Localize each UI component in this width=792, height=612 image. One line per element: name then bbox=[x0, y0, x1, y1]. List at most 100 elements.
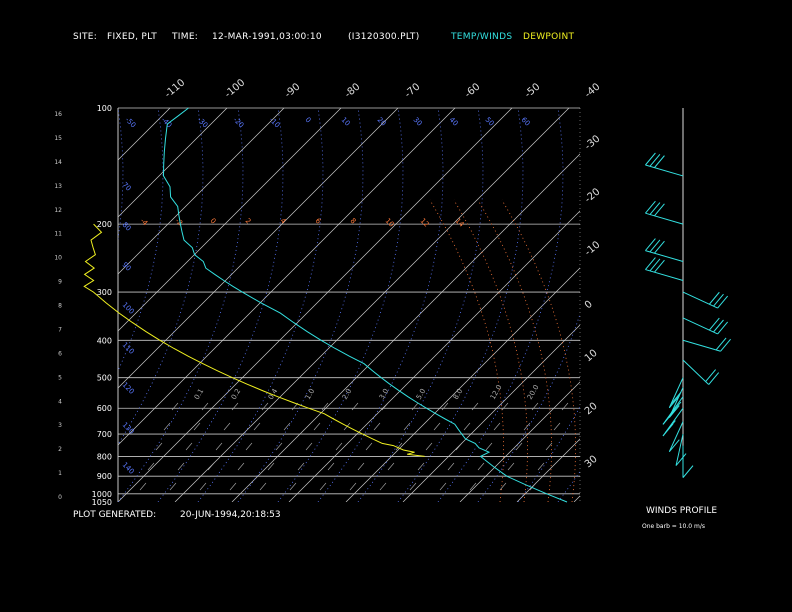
isotherm-label: -80 bbox=[343, 81, 363, 100]
dry-adiabat-label: 100 bbox=[121, 301, 136, 316]
wind-barb-flag bbox=[654, 203, 665, 217]
mixing-ratio-mark bbox=[231, 402, 239, 411]
mixing-ratio-mark bbox=[441, 402, 449, 411]
mixing-ratio-mark bbox=[207, 462, 215, 471]
mixing-ratio-mark bbox=[493, 422, 501, 431]
winds-profile-note: One barb = 10.0 m/s bbox=[642, 523, 705, 530]
mixing-ratio-mark bbox=[485, 442, 493, 451]
winds-profile-title: WINDS PROFILE bbox=[646, 506, 718, 516]
height-tick-label: 3 bbox=[58, 422, 62, 429]
height-tick-label: 6 bbox=[58, 350, 62, 357]
wind-barb-shaft bbox=[645, 212, 684, 225]
dry-adiabat-label: 10 bbox=[340, 116, 352, 128]
height-tick-label: 9 bbox=[58, 279, 62, 286]
height-tick-label: 11 bbox=[54, 231, 62, 238]
mixing-ratio-mark bbox=[561, 402, 569, 411]
isotherm-label: 20 bbox=[583, 401, 600, 418]
isotherm-line bbox=[118, 108, 399, 389]
moist-adiabat-label: 4 bbox=[279, 217, 288, 226]
isotherm-label: -40 bbox=[583, 81, 603, 100]
wind-barb-shaft bbox=[645, 250, 684, 263]
mixing-ratio-mark bbox=[463, 422, 471, 431]
dry-adiabat-label: 80 bbox=[121, 221, 133, 233]
moist-adiabat-label: 12 bbox=[419, 217, 431, 229]
dry-adiabat-line bbox=[0, 108, 43, 502]
dry-adiabat-label: -10 bbox=[268, 116, 282, 130]
isotherm-line bbox=[174, 108, 570, 502]
mixing-ratio-mark bbox=[447, 462, 455, 471]
mixing-ratio-mark bbox=[313, 422, 321, 431]
mixing-ratio-mark bbox=[201, 402, 209, 411]
isotherm-line bbox=[745, 108, 792, 502]
mixing-ratio-mark bbox=[387, 462, 395, 471]
wind-barb-flag bbox=[654, 240, 665, 254]
moist-adiabat-label: 10 bbox=[384, 217, 396, 229]
dry-adiabat-line bbox=[598, 108, 723, 502]
dry-adiabat-line bbox=[237, 108, 364, 502]
wind-barb-flag bbox=[708, 291, 720, 305]
mixing-ratio-mark bbox=[237, 462, 245, 471]
mixing-ratio-mark bbox=[267, 462, 275, 471]
isotherm-label: -110 bbox=[163, 77, 187, 100]
mixing-ratio-mark bbox=[409, 482, 417, 491]
mixing-ratio-mark bbox=[199, 482, 207, 491]
isotherm-label: -100 bbox=[223, 77, 247, 100]
dry-adiabat-label: 60 bbox=[520, 116, 532, 128]
mixing-ratio-mark bbox=[351, 402, 359, 411]
pressure-tick-label: 900 bbox=[97, 472, 112, 481]
pressure-tick-label: 200 bbox=[97, 220, 112, 229]
wind-barb-shaft bbox=[645, 269, 684, 282]
height-tick-label: 8 bbox=[58, 303, 62, 310]
height-tick-label: 13 bbox=[54, 183, 62, 190]
mixing-ratio-label: 0.2 bbox=[230, 387, 242, 401]
isotherm-label: 10 bbox=[583, 348, 600, 365]
wind-barb-flag bbox=[645, 152, 656, 166]
dry-adiabat-line bbox=[0, 108, 83, 502]
plot-generated-value: 20-JUN-1994,20:18:53 bbox=[180, 510, 281, 520]
wind-barb-flag bbox=[715, 337, 727, 351]
isotherm-line bbox=[118, 108, 171, 161]
height-tick-label: 16 bbox=[54, 111, 62, 118]
wind-barb-shaft bbox=[682, 359, 710, 385]
dry-adiabat-label: 0 bbox=[304, 116, 313, 125]
mixing-ratio-mark bbox=[433, 422, 441, 431]
mixing-ratio-mark bbox=[357, 462, 365, 471]
wind-barb-flag bbox=[665, 420, 676, 433]
mixing-ratio-mark bbox=[425, 442, 433, 451]
height-tick-label: 5 bbox=[58, 374, 62, 381]
mixing-ratio-mark bbox=[537, 462, 545, 471]
isotherm-line bbox=[402, 324, 580, 502]
wind-barb-flag bbox=[649, 258, 661, 272]
mixing-ratio-mark bbox=[471, 402, 479, 411]
mixing-ratio-mark bbox=[327, 462, 335, 471]
height-tick-label: 4 bbox=[58, 398, 62, 405]
mixing-ratio-label: 0.1 bbox=[193, 387, 205, 401]
pressure-tick-label: 800 bbox=[97, 452, 112, 461]
dry-adiabat-line bbox=[437, 108, 564, 502]
wind-barb-flag bbox=[645, 257, 656, 270]
mixing-ratio-label: 8.0 bbox=[452, 387, 464, 401]
wind-barb-flag bbox=[717, 321, 729, 335]
isotherm-line bbox=[288, 210, 580, 502]
dry-adiabat-line bbox=[118, 108, 244, 502]
mixing-ratio-mark bbox=[139, 482, 147, 491]
mixing-ratio-mark bbox=[253, 422, 261, 431]
mixing-ratio-label: 20.0 bbox=[526, 383, 541, 401]
pressure-tick-label: 500 bbox=[97, 374, 112, 383]
pressure-tick-label: 1050 bbox=[92, 498, 112, 507]
isotherm-line bbox=[118, 108, 228, 218]
isotherm-label: -60 bbox=[463, 81, 483, 100]
isotherm-label: 30 bbox=[583, 454, 600, 471]
pressure-tick-label: 100 bbox=[97, 104, 112, 113]
dry-adiabat-label: 130 bbox=[121, 421, 136, 436]
isotherm-line bbox=[688, 108, 792, 502]
height-tick-label: 15 bbox=[54, 135, 62, 142]
mixing-ratio-mark bbox=[245, 442, 253, 451]
isotherm-label: -90 bbox=[283, 81, 303, 100]
dry-adiabat-label: -50 bbox=[124, 116, 138, 130]
dry-adiabat-label: 90 bbox=[121, 261, 133, 273]
isotherm-label: 0 bbox=[583, 299, 595, 312]
wind-barb-flag bbox=[649, 202, 661, 215]
dry-adiabat-label: -20 bbox=[232, 116, 246, 130]
mixing-ratio-mark bbox=[501, 402, 509, 411]
